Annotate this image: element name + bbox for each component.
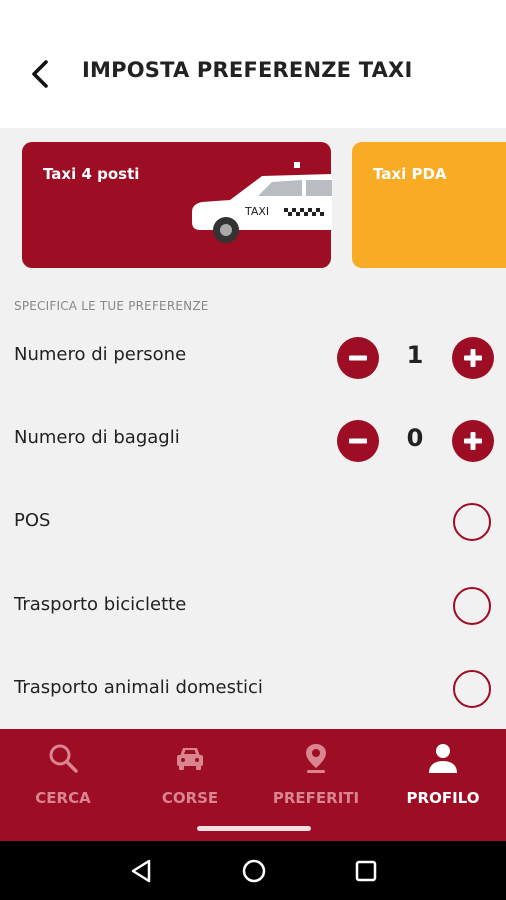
luggage-row: Numero di bagagli 0 (0, 411, 506, 471)
nav-item-profilo[interactable]: PROFILO (380, 741, 506, 821)
search-icon (49, 744, 78, 773)
recent-apps-icon[interactable] (352, 857, 380, 885)
luggage-label: Numero di bagagli (14, 427, 180, 448)
pos-checkbox[interactable] (453, 503, 491, 541)
system-nav-bar (0, 841, 506, 900)
passengers-label: Numero di persone (14, 344, 187, 365)
car-icon (177, 748, 203, 770)
taxi-car-image: TAXI (192, 162, 332, 243)
nav-item-corse[interactable]: CORSE (127, 741, 253, 821)
pets-checkbox[interactable] (453, 670, 491, 708)
option-label: Trasporto animali domestici (14, 677, 263, 698)
nav-label: PROFILO (406, 789, 480, 807)
option-row-pets[interactable]: Trasporto animali domestici (0, 661, 506, 721)
minus-icon (349, 355, 367, 361)
back-button[interactable] (22, 54, 58, 94)
taxi-type-carousel[interactable]: Taxi 4 posti TAXI Taxi PDA (0, 128, 506, 282)
nav-item-cerca[interactable]: CERCA (0, 741, 126, 821)
luggage-decrement-button[interactable] (337, 420, 379, 462)
bikes-checkbox[interactable] (453, 587, 491, 625)
card-label: Taxi PDA (373, 165, 447, 183)
option-row-bikes[interactable]: Trasporto biciclette (0, 578, 506, 638)
back-triangle-icon[interactable] (128, 857, 156, 885)
nav-label: CERCA (35, 789, 91, 807)
location-pin-icon (306, 744, 326, 773)
passengers-increment-button[interactable] (452, 337, 494, 379)
bottom-nav: CERCA CORSE PREFERITI PROFILO (0, 729, 506, 841)
option-row-pos[interactable]: POS (0, 494, 506, 554)
home-circle-icon[interactable] (240, 857, 268, 885)
luggage-increment-button[interactable] (452, 420, 494, 462)
luggage-value: 0 (406, 424, 424, 452)
home-indicator (197, 826, 311, 831)
passengers-value: 1 (406, 341, 424, 369)
plus-icon (464, 349, 482, 367)
nav-label: PREFERITI (272, 789, 360, 807)
plus-icon (464, 432, 482, 450)
passengers-row: Numero di persone 1 (0, 328, 506, 388)
page-title: IMPOSTA PREFERENZE TAXI (82, 58, 413, 82)
app-header: IMPOSTA PREFERENZE TAXI (0, 0, 506, 128)
taxi-type-card-4-posti[interactable]: Taxi 4 posti TAXI (22, 142, 332, 268)
card-label: Taxi 4 posti (43, 165, 140, 183)
option-label: POS (14, 510, 51, 531)
person-icon (429, 744, 457, 773)
option-label: Trasporto biciclette (14, 594, 187, 615)
chevron-left-icon (32, 60, 48, 88)
nav-item-preferiti[interactable]: PREFERITI (253, 741, 379, 821)
minus-icon (349, 438, 367, 444)
nav-label: CORSE (161, 789, 219, 807)
passengers-decrement-button[interactable] (337, 337, 379, 379)
section-label: SPECIFICA LE TUE PREFERENZE (14, 299, 209, 313)
taxi-sign-text: TAXI (244, 205, 269, 218)
taxi-type-card-pda[interactable]: Taxi PDA (352, 142, 506, 268)
